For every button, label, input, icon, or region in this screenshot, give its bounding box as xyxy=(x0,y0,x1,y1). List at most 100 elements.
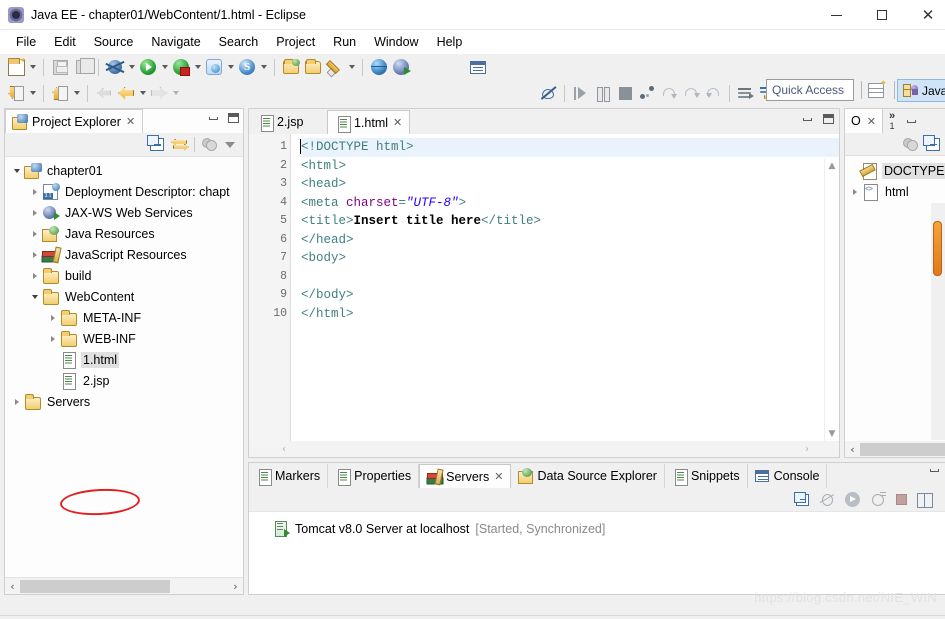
toggle-view-button[interactable] xyxy=(467,56,489,78)
tree-node-javascript-resources[interactable]: JavaScript Resources xyxy=(5,244,243,265)
close-icon[interactable]: ✕ xyxy=(126,115,135,128)
tab-markers[interactable]: Markers xyxy=(249,464,329,488)
scroll-left-icon[interactable]: ‹ xyxy=(272,441,296,457)
import-dropdown[interactable] xyxy=(27,82,38,104)
tree-node-servers[interactable]: Servers xyxy=(5,391,243,412)
maximize-button[interactable] xyxy=(859,0,905,30)
minimize-icon[interactable] xyxy=(907,119,917,123)
menu-run[interactable]: Run xyxy=(324,32,365,52)
back-button[interactable] xyxy=(115,82,137,104)
maximize-icon[interactable] xyxy=(228,113,239,123)
save-button[interactable] xyxy=(49,56,71,78)
new-wizard-dropdown[interactable] xyxy=(27,56,38,78)
close-icon[interactable]: ✕ xyxy=(393,116,402,129)
tab-servers[interactable]: Servers ✕ xyxy=(419,464,512,488)
tree-node-web-inf[interactable]: WEB-INF xyxy=(5,328,243,349)
maximize-icon[interactable] xyxy=(823,114,834,124)
tree-node-deployment-descriptor[interactable]: Deployment Descriptor: chapt xyxy=(5,181,243,202)
new-server-button[interactable] xyxy=(203,56,225,78)
outline-hscrollbar[interactable]: ‹ xyxy=(845,441,945,457)
chevron-right-icon[interactable] xyxy=(27,223,42,244)
search-pen-dropdown[interactable] xyxy=(346,56,357,78)
debug-dropdown[interactable] xyxy=(126,56,137,78)
tab-outline[interactable]: O ✕ xyxy=(845,109,883,133)
scrollbar-thumb[interactable] xyxy=(933,221,942,276)
export-dropdown[interactable] xyxy=(71,82,82,104)
scroll-left-icon[interactable]: ‹ xyxy=(845,441,860,458)
chevron-down-icon[interactable] xyxy=(27,286,42,307)
outline-node-doctype[interactable]: DOCTYPE xyxy=(845,160,945,181)
tab-project-explorer[interactable]: Project Explorer ✕ xyxy=(5,109,144,133)
link-with-editor-icon[interactable] xyxy=(171,138,187,152)
tab-snippets[interactable]: Snippets xyxy=(664,464,748,488)
deploy-button[interactable] xyxy=(390,56,412,78)
scroll-up-icon[interactable]: ▲ xyxy=(825,159,839,173)
skip-all-breakpoints-button[interactable] xyxy=(537,82,559,104)
run-button[interactable] xyxy=(137,56,159,78)
open-package-button[interactable] xyxy=(280,56,302,78)
tree-node-1-html[interactable]: 1.html xyxy=(5,349,243,370)
chevron-right-icon[interactable] xyxy=(27,181,42,202)
close-icon[interactable]: ✕ xyxy=(494,470,503,483)
scrollbar-track[interactable] xyxy=(20,579,228,593)
server-row[interactable]: Tomcat v8.0 Server at localhost [Started… xyxy=(249,521,945,537)
outline-vscrollbar[interactable] xyxy=(931,203,945,440)
tree-node-java-resources[interactable]: Java Resources xyxy=(5,223,243,244)
editor-vscrollbar[interactable]: ▲ ▼ xyxy=(824,159,839,441)
tree-node-meta-inf[interactable]: META-INF xyxy=(5,307,243,328)
view-filters-icon[interactable] xyxy=(903,137,918,151)
menu-source[interactable]: Source xyxy=(85,32,143,52)
run-on-server-dropdown[interactable] xyxy=(192,56,203,78)
code-text[interactable]: <!DOCTYPE html> <html> <head> <meta char… xyxy=(291,134,839,457)
collapse-all-icon[interactable] xyxy=(923,134,940,151)
view-overflow-button[interactable]: » 1 xyxy=(883,111,901,131)
menu-help[interactable]: Help xyxy=(428,32,472,52)
export-button[interactable] xyxy=(49,82,71,104)
menu-project[interactable]: Project xyxy=(267,32,324,52)
tree-node-jaxws-web-services[interactable]: JAX-WS Web Services xyxy=(5,202,243,223)
import-button[interactable] xyxy=(5,82,27,104)
close-icon[interactable]: ✕ xyxy=(867,115,876,128)
collapse-all-icon[interactable] xyxy=(794,491,809,506)
menu-window[interactable]: Window xyxy=(365,32,427,52)
stop-server-icon[interactable] xyxy=(896,494,907,505)
minimize-button[interactable] xyxy=(813,0,859,30)
tree-node-build[interactable]: build xyxy=(5,265,243,286)
run-dropdown[interactable] xyxy=(159,56,170,78)
tree-node-chapter01[interactable]: chapter01 xyxy=(5,160,243,181)
outline-node-html[interactable]: html xyxy=(845,181,945,202)
new-wizard-button[interactable] xyxy=(5,56,27,78)
minimize-icon[interactable] xyxy=(930,469,939,472)
chevron-right-icon[interactable] xyxy=(27,244,42,265)
tree-node-webcontent[interactable]: WebContent xyxy=(5,286,243,307)
menu-edit[interactable]: Edit xyxy=(45,32,85,52)
view-filters-icon[interactable] xyxy=(202,138,217,151)
scroll-right-icon[interactable]: › xyxy=(795,441,819,457)
scroll-down-icon[interactable]: ▼ xyxy=(825,427,839,441)
editor-hscrollbar[interactable]: ‹ › xyxy=(249,441,839,457)
chevron-right-icon[interactable] xyxy=(847,181,862,202)
chevron-right-icon[interactable] xyxy=(9,391,24,412)
perspective-tab-java-ee[interactable]: Java E xyxy=(897,79,945,102)
tree-node-2-jsp[interactable]: 2.jsp xyxy=(5,370,243,391)
project-explorer-hscrollbar[interactable]: ‹ › xyxy=(5,577,243,594)
show-lines-button[interactable] xyxy=(735,82,757,104)
open-perspective-button[interactable] xyxy=(865,78,887,101)
menu-search[interactable]: Search xyxy=(210,32,268,52)
chevron-right-icon[interactable] xyxy=(27,202,42,223)
editor-tab-2-jsp[interactable]: 2.jsp xyxy=(251,110,311,134)
chevron-right-icon[interactable] xyxy=(45,307,60,328)
collapse-all-icon[interactable] xyxy=(147,135,164,151)
start-server-icon[interactable] xyxy=(845,492,860,507)
search-pen-button[interactable] xyxy=(324,56,346,78)
run-on-server-button[interactable] xyxy=(170,56,192,78)
tab-console[interactable]: Console xyxy=(747,464,828,488)
chevron-down-icon[interactable] xyxy=(9,160,24,181)
open-web-browser-button[interactable] xyxy=(368,56,390,78)
minimize-icon[interactable] xyxy=(209,116,218,120)
scroll-left-icon[interactable]: ‹ xyxy=(5,578,20,595)
struts-button[interactable] xyxy=(236,56,258,78)
scroll-right-icon[interactable]: › xyxy=(228,578,243,595)
profile-server-icon[interactable] xyxy=(870,492,886,507)
debug-button[interactable] xyxy=(104,56,126,78)
